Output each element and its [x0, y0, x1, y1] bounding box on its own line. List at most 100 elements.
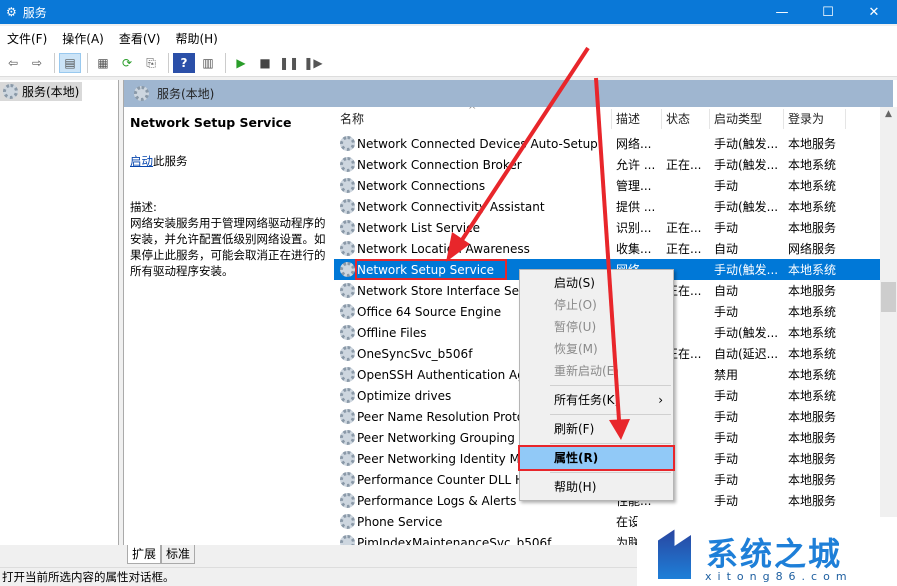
service-name-text: PimIndexMaintenanceSvc_b506f: [357, 535, 552, 546]
gear-icon: [340, 493, 355, 508]
cell-startup-type: 手动(触发...: [714, 200, 779, 214]
service-name-text: OneSyncSvc_b506f: [357, 346, 473, 361]
close-button[interactable]: ✕: [851, 0, 897, 24]
service-name-text: Network Store Interface Ser: [357, 283, 524, 298]
gear-icon: [134, 86, 149, 101]
restart-service-icon[interactable]: ❚▶: [302, 53, 324, 73]
start-service-icon[interactable]: ▶: [230, 53, 252, 73]
menu-separator: [550, 472, 671, 473]
gear-icon: [340, 535, 355, 545]
cell-startup-type: 手动(触发...: [714, 137, 779, 151]
cell-log-on-as: 网络服务: [788, 242, 837, 256]
gear-icon: [3, 84, 18, 99]
scrollbar-thumb[interactable]: [881, 282, 896, 312]
gear-icon: [340, 199, 355, 214]
help-icon[interactable]: ?: [173, 53, 195, 73]
divider: [225, 53, 226, 73]
cell-startup-type: 手动: [714, 410, 739, 424]
watermark-text: 系统之城: [706, 534, 843, 573]
vertical-scrollbar[interactable]: ▲: [880, 107, 897, 545]
cell-log-on-as: 本地服务: [788, 473, 837, 487]
menu-item-start[interactable]: 启动(S): [520, 272, 673, 294]
service-name-text: Performance Counter DLL H: [357, 472, 525, 487]
gear-icon: [340, 514, 355, 529]
action-pane-icon[interactable]: ▥: [197, 53, 219, 73]
tab-extended[interactable]: 扩展: [127, 545, 162, 564]
service-name-text: Network Location Awareness: [357, 241, 530, 256]
maximize-button[interactable]: ☐: [805, 0, 851, 24]
service-name-text: Peer Networking Grouping: [357, 430, 515, 445]
cell-log-on-as: 本地服务: [788, 221, 837, 235]
table-row[interactable]: Network Connectivity Assistant 提供 ... 手动(触…: [334, 196, 881, 217]
menu-file[interactable]: 文件(F): [7, 30, 47, 47]
cell-status: 正在...: [666, 242, 702, 256]
service-name-text: Phone Service: [357, 514, 443, 529]
gear-icon: [340, 283, 355, 298]
column-description[interactable]: 描述: [612, 109, 662, 129]
menu-item-all-tasks[interactable]: 所有任务(K) ›: [520, 389, 673, 411]
cell-name: Network Connected Devices Auto-Setup: [334, 136, 612, 151]
cell-log-on-as: 本地服务: [788, 284, 837, 298]
service-name-text: Offline Files: [357, 325, 427, 340]
menu-item-properties[interactable]: 属性(R): [518, 445, 675, 471]
properties-icon[interactable]: ▦: [92, 53, 114, 73]
description-label: 描述:: [130, 200, 157, 214]
tree-node-services-local[interactable]: 服务(本地): [0, 82, 83, 101]
refresh-icon[interactable]: ⟳: [116, 53, 138, 73]
tree-node-label: 服务(本地): [22, 85, 80, 99]
menu-view[interactable]: 查看(V): [119, 30, 161, 47]
menu-item-help[interactable]: 帮助(H): [520, 476, 673, 498]
menu-item-label: 所有任务(K): [554, 393, 620, 407]
cell-startup-type: 手动(触发...: [714, 158, 779, 172]
gear-icon: [340, 388, 355, 403]
minimize-button[interactable]: —: [759, 0, 805, 24]
gear-icon: [340, 304, 355, 319]
tab-standard[interactable]: 标准: [161, 545, 196, 564]
forward-icon[interactable]: ⇨: [26, 53, 48, 73]
gear-icon: [340, 409, 355, 424]
service-details: Network Setup Service 启动此服务 描述: 网络安装服务用于…: [130, 115, 330, 279]
cell-log-on-as: 本地系统: [788, 263, 837, 277]
start-service-link[interactable]: 启动: [130, 154, 153, 168]
cell-description: 网络...: [616, 137, 652, 151]
sort-ascending-icon: ^: [468, 107, 477, 116]
scroll-up-icon[interactable]: ▲: [880, 109, 897, 119]
gear-icon: [340, 220, 355, 235]
table-row[interactable]: Network Connected Devices Auto-Setup 网络..…: [334, 133, 881, 154]
table-row[interactable]: Network Connections 管理... 手动 本地系统: [334, 175, 881, 196]
cell-startup-type: 手动: [714, 452, 739, 466]
table-row[interactable]: Network List Service 识别... 正在... 手动 本地服务: [334, 217, 881, 238]
start-link-suffix: 此服务: [153, 154, 188, 168]
gear-icon: [340, 367, 355, 382]
cell-description: 允许 ...: [616, 158, 656, 172]
service-name-text: Network List Service: [357, 220, 481, 235]
pane-header: 服务(本地): [124, 80, 893, 107]
cell-description: 收集...: [616, 242, 652, 256]
column-status[interactable]: 状态: [662, 109, 710, 129]
stop-service-icon[interactable]: ■: [254, 53, 276, 73]
table-row[interactable]: Network Location Awareness 收集... 正在... 自动 网络…: [334, 238, 881, 259]
cell-startup-type: 自动: [714, 242, 739, 256]
column-log-on-as[interactable]: 登录为: [784, 109, 846, 129]
cell-startup-type: 手动(触发...: [714, 263, 779, 277]
watermark-logo-icon: [658, 529, 691, 579]
gear-icon: [340, 136, 355, 151]
export-list-icon[interactable]: ⎘: [140, 53, 162, 73]
tree-pane: 服务(本地): [0, 80, 119, 545]
menu-item-refresh[interactable]: 刷新(F): [520, 418, 673, 440]
table-row[interactable]: Network Connection Broker 允许 ... 正在... 手动(触…: [334, 154, 881, 175]
cell-log-on-as: 本地系统: [788, 368, 837, 382]
back-icon[interactable]: ⇦: [2, 53, 24, 73]
cell-name: Network Connectivity Assistant: [334, 199, 612, 214]
menu-help[interactable]: 帮助(H): [175, 30, 217, 47]
context-menu: 启动(S) 停止(O) 暂停(U) 恢复(M) 重新启动(E) 所有任务(K) ›…: [518, 269, 675, 501]
column-startup-type[interactable]: 启动类型: [710, 109, 784, 129]
show-hide-tree-icon[interactable]: ▤: [59, 53, 81, 73]
pause-service-icon[interactable]: ❚❚: [278, 53, 300, 73]
cell-log-on-as: 本地服务: [788, 494, 837, 508]
service-name-text: Optimize drives: [357, 388, 452, 403]
cell-log-on-as: 本地系统: [788, 200, 837, 214]
menu-item-resume: 恢复(M): [554, 342, 598, 356]
service-name-text: Peer Networking Identity M: [357, 451, 520, 466]
menu-action[interactable]: 操作(A): [62, 30, 104, 47]
